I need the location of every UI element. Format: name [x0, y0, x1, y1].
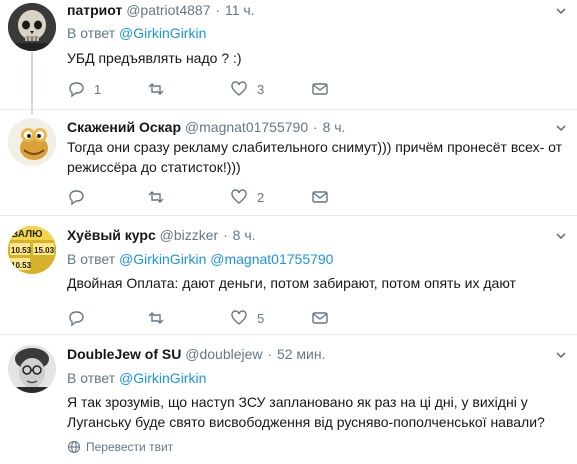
- retweet-icon: [148, 83, 164, 95]
- mention-link[interactable]: @GirkinGirkin: [119, 25, 206, 41]
- tweet-time[interactable]: 8 ч.: [233, 227, 256, 243]
- user-name[interactable]: Хуёвый курс: [67, 227, 156, 243]
- globe-icon: [67, 440, 81, 454]
- reply-to: В ответ @GirkinGirkin: [67, 369, 206, 387]
- like-button[interactable]: 3: [230, 79, 264, 99]
- chevron-down-icon[interactable]: [555, 122, 567, 134]
- tweet-text: Тогда они сразу рекламу слабительного сн…: [67, 139, 563, 175]
- heart-icon: [231, 81, 247, 96]
- user-handle[interactable]: @magnat01755790: [185, 119, 308, 135]
- translate-link[interactable]: Перевести твит: [67, 440, 173, 454]
- avatar[interactable]: [8, 3, 56, 51]
- tweet-header: Хуёвый курс @bizzker · 8 ч.: [67, 226, 256, 244]
- like-count: 5: [257, 310, 265, 326]
- avatar-text: 10.53: [11, 246, 32, 255]
- translate-label: Перевести твит: [86, 440, 174, 454]
- dm-button[interactable]: [311, 308, 329, 328]
- like-button[interactable]: 5: [230, 308, 264, 328]
- dm-button[interactable]: [311, 187, 329, 207]
- tweet-3[interactable]: ВАЛЮ 10.53 15.03 10.53 Хуёвый курс @bizz…: [0, 216, 577, 334]
- reply-button[interactable]: [67, 187, 94, 207]
- bw-face-avatar-icon: [8, 345, 56, 393]
- mention-link[interactable]: @GirkinGirkin: [119, 370, 206, 386]
- reply-icon: [69, 82, 84, 98]
- user-handle[interactable]: @doublejew: [185, 346, 262, 362]
- tweet-actions: 2: [67, 187, 367, 207]
- reply-to: В ответ @GirkinGirkin: [67, 24, 206, 42]
- reply-prefix: В ответ: [67, 25, 116, 41]
- exchange-board-avatar-icon: ВАЛЮ 10.53 15.03 10.53: [8, 226, 56, 274]
- mention-link[interactable]: @magnat01755790: [210, 251, 333, 267]
- cartoon-lizard-avatar-icon: [8, 118, 56, 166]
- tweet-4[interactable]: DoubleJew of SU @doublejew · 52 мин. В о…: [0, 335, 577, 464]
- retweet-icon: [148, 191, 164, 203]
- user-handle[interactable]: @patriot4887: [126, 2, 210, 18]
- chevron-down-icon[interactable]: [555, 5, 567, 17]
- like-count: 2: [257, 189, 265, 205]
- tweet-actions: 1 3: [67, 79, 367, 99]
- dot-separator: ·: [267, 346, 273, 362]
- heart-icon: [231, 189, 247, 204]
- dot-separator: ·: [215, 2, 221, 18]
- mention-link[interactable]: @GirkinGirkin: [119, 251, 206, 267]
- reply-icon: [69, 190, 84, 206]
- tweet-text: Двойная Оплата: дают деньги, потом забир…: [67, 275, 516, 291]
- retweet-button[interactable]: [147, 308, 174, 328]
- reply-to: В ответ @GirkinGirkin @magnat01755790: [67, 250, 333, 268]
- tweet-text: УБД предъявлять надо ? :): [67, 50, 242, 66]
- reply-prefix: В ответ: [67, 370, 116, 386]
- avatar[interactable]: [8, 345, 56, 393]
- like-button[interactable]: 2: [230, 187, 264, 207]
- like-count: 3: [257, 81, 265, 97]
- avatar-text: 10.53: [11, 261, 32, 270]
- reply-icon: [69, 311, 84, 327]
- reply-prefix: В ответ: [67, 251, 116, 267]
- envelope-icon: [312, 312, 328, 324]
- avatar[interactable]: ВАЛЮ 10.53 15.03 10.53: [8, 226, 56, 274]
- user-handle[interactable]: @bizzker: [160, 227, 219, 243]
- heart-icon: [231, 310, 247, 325]
- retweet-icon: [148, 312, 164, 324]
- envelope-icon: [312, 191, 328, 203]
- reply-count: 1: [94, 81, 102, 97]
- envelope-icon: [312, 83, 328, 95]
- chevron-down-icon[interactable]: [555, 349, 567, 361]
- tweet-text: Я так зрозумів, що наступ ЗСУ запланован…: [67, 394, 545, 430]
- dot-separator: ·: [313, 119, 318, 135]
- dot-separator: ·: [223, 227, 228, 243]
- tweet-1[interactable]: патриот @patriot4887 · 11 ч. В ответ @Gi…: [0, 0, 577, 104]
- avatar[interactable]: [8, 118, 56, 166]
- dm-button[interactable]: [311, 79, 329, 99]
- tweet-header: Скажений Оскар @magnat01755790 · 8 ч.: [67, 118, 345, 136]
- retweet-button[interactable]: [147, 79, 174, 99]
- tweet-time[interactable]: 11 ч.: [225, 2, 255, 18]
- reply-button[interactable]: 1: [67, 79, 101, 99]
- tweet-time[interactable]: 8 ч.: [323, 119, 346, 135]
- avatar-text: ВАЛЮ: [11, 229, 42, 240]
- tweet-2[interactable]: Скажений Оскар @magnat01755790 · 8 ч. То…: [0, 110, 577, 209]
- tweet-header: DoubleJew of SU @doublejew · 52 мин.: [67, 345, 326, 363]
- avatar-text: 15.03: [34, 246, 55, 255]
- reply-button[interactable]: [67, 308, 94, 328]
- user-name[interactable]: патриот: [67, 2, 122, 18]
- user-name[interactable]: DoubleJew of SU: [67, 346, 181, 362]
- user-name[interactable]: Скажений Оскар: [67, 119, 181, 135]
- tweet-actions: 5: [67, 308, 367, 328]
- tweet-time[interactable]: 52 мин.: [277, 346, 326, 362]
- tweet-header: патриот @patriot4887 · 11 ч.: [67, 1, 255, 19]
- chevron-down-icon[interactable]: [555, 230, 567, 242]
- skull-avatar-icon: [8, 3, 56, 51]
- retweet-button[interactable]: [147, 187, 174, 207]
